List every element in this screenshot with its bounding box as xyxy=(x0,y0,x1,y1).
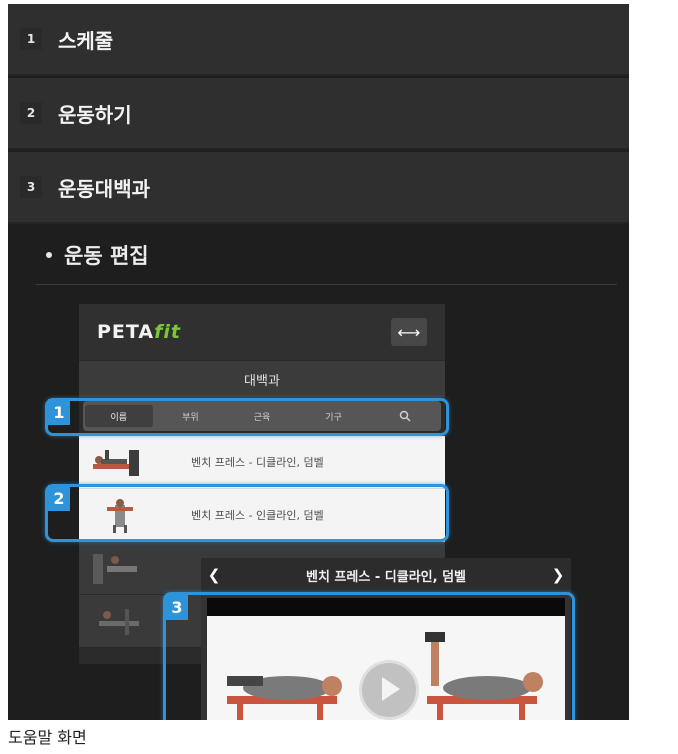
callout-video xyxy=(163,592,575,720)
menu-label: 운동하기 xyxy=(58,102,132,127)
menu-number: 1 xyxy=(20,28,42,50)
menu-label: 스케줄 xyxy=(58,28,114,53)
player-header: ❮ 벤치 프레스 - 디클라인, 덤벨 ❯ xyxy=(201,558,571,592)
menu-label: 운동대백과 xyxy=(58,176,150,201)
app-header: PETAfit ⟷ xyxy=(79,304,445,360)
section-title: 대백과 xyxy=(79,361,445,397)
menu-number: 3 xyxy=(20,176,42,198)
player-title: 벤치 프레스 - 디클라인, 덤벨 xyxy=(306,569,466,585)
exercise-thumbnail xyxy=(99,609,139,635)
double-arrow-icon[interactable]: ⟷ xyxy=(391,318,427,346)
menu-item-workout[interactable]: 2 운동하기 xyxy=(8,78,629,150)
image-caption: 도움말 화면 xyxy=(8,728,87,747)
callout-tabs xyxy=(45,398,449,436)
chevron-right-icon[interactable]: ❯ xyxy=(545,566,571,584)
exercise-name: 벤치 프레스 - 디클라인, 덤벨 xyxy=(191,456,324,469)
divider xyxy=(36,284,617,285)
menu-number: 2 xyxy=(20,102,42,124)
callout-badge: 2 xyxy=(48,485,70,511)
chevron-left-icon[interactable]: ❮ xyxy=(201,566,227,584)
callout-list-item xyxy=(45,484,449,542)
submenu-label: 운동 편집 xyxy=(64,244,149,268)
bullet-icon xyxy=(46,252,52,258)
exercise-thumbnail xyxy=(93,450,139,476)
callout-badge: 1 xyxy=(48,399,70,425)
callout-badge: 3 xyxy=(166,594,188,620)
list-item[interactable]: 벤치 프레스 - 디클라인, 덤벨 xyxy=(79,436,445,489)
exercise-thumbnail xyxy=(93,554,137,584)
menu-item-encyclopedia[interactable]: 3 운동대백과 xyxy=(8,152,629,224)
app-logo: PETAfit xyxy=(97,321,181,343)
menu-item-schedule[interactable]: 1 스케줄 xyxy=(8,4,629,76)
help-panel: 1 스케줄 2 운동하기 3 운동대백과 운동 편집 PETAfit ⟷ 대백과… xyxy=(8,4,629,720)
submenu-edit-exercise[interactable]: 운동 편집 xyxy=(8,226,629,288)
